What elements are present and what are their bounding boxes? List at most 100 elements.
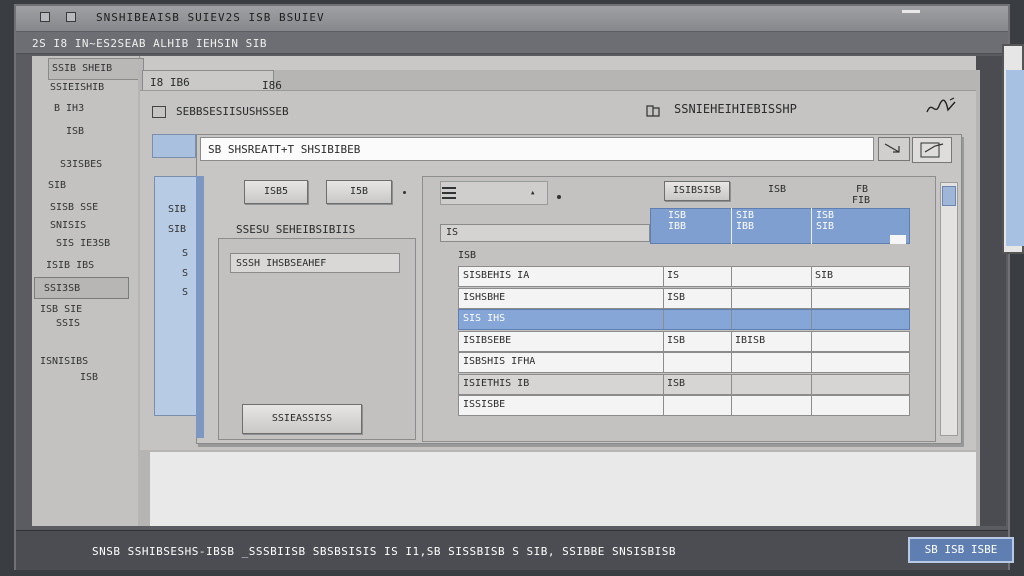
table-cell: ISB (667, 377, 686, 389)
list-label: ISB (458, 250, 477, 261)
status-badge[interactable]: SB ISB ISBE (908, 537, 1014, 563)
tree-item[interactable]: S3ISBES (60, 159, 102, 170)
column-divider (663, 353, 664, 372)
grid-header-line: IBB (668, 221, 687, 232)
tree-item[interactable]: ISIB IBS (46, 260, 94, 271)
tree-item[interactable]: SNISIS (50, 220, 86, 231)
blue-side-item[interactable]: SIB (168, 204, 186, 215)
tree-item[interactable]: B IH3 (54, 103, 84, 114)
grid-header-line: SIB (736, 210, 755, 221)
column-header-button[interactable]: ISIBSISB (664, 181, 730, 201)
column-divider (731, 374, 732, 394)
column-divider (811, 310, 812, 329)
column-divider (663, 267, 664, 286)
grid-header-cell[interactable]: ISB IBB (664, 208, 732, 244)
menu-items[interactable]: 2S I8 IN~ES2SEAB ALHIB IEHSIN SIB (32, 37, 267, 50)
pen-icon (920, 142, 944, 158)
separator-dot (557, 195, 561, 199)
table-cell: ISSISBE (463, 399, 506, 410)
table-row[interactable]: ISIETHIS IB ISB (458, 373, 910, 395)
table-cell: ISIETHIS IB (463, 377, 530, 389)
window-menu-icon[interactable] (40, 12, 50, 22)
grid-header-line: ISB (668, 210, 687, 221)
panel-subtitle: SEBBSESIISUSHSSEB (176, 105, 289, 118)
signature-icon[interactable] (924, 96, 958, 118)
secondary-window-content (1006, 70, 1024, 246)
tree-item[interactable]: SSI3SB (44, 283, 80, 294)
tree-item[interactable]: ISB (80, 372, 98, 383)
blue-side-item[interactable]: S (182, 248, 188, 259)
column-divider (663, 331, 664, 351)
dialog-button-b[interactable]: I5B (326, 180, 392, 204)
table-row[interactable]: ISIBSEBE ISB IBISB (458, 330, 910, 352)
table-row[interactable]: ISHSBHE ISB (458, 287, 910, 309)
column-divider (663, 374, 664, 394)
table-cell: ISB (667, 334, 686, 346)
left-pane-tab-label: SSIB SHEIB (52, 63, 113, 74)
grid-header-marker (890, 235, 906, 244)
status-text: SNSB SSHIBSESHS-IBSB _SSSBIISB SBSBSISIS… (92, 545, 677, 558)
column-divider (811, 353, 812, 372)
column-divider (811, 331, 812, 351)
table-cell: ISIBSEBE (463, 334, 512, 346)
window-title: SNSHIBEAISB SUIEV2S ISB BSUIEV (96, 11, 325, 24)
table-cell: ISHSBHE (463, 291, 506, 303)
column-divider (811, 374, 812, 394)
blue-side-item[interactable]: S (182, 287, 188, 298)
grid-header-line: SIB (816, 221, 835, 232)
address-go-button[interactable] (878, 137, 910, 161)
scrollbar[interactable] (940, 182, 958, 436)
column-divider (731, 331, 732, 351)
left-subpanel-button[interactable]: SSIEASSISS (242, 404, 362, 434)
table-row[interactable]: ISSISBE (458, 395, 910, 416)
blue-side-item[interactable]: S (182, 268, 188, 279)
scrollbar-thumb[interactable] (942, 186, 956, 206)
blue-side-item[interactable]: SIB (168, 224, 186, 235)
grid-header-cell[interactable]: SIB IBB (732, 208, 812, 244)
filter-input[interactable] (440, 224, 650, 242)
tree-item[interactable]: SISB SSE (50, 202, 98, 213)
table-cell: ISBSHIS IFHA (463, 356, 536, 367)
left-subpanel-header: SSESU SEHEIBSIBIIS (236, 223, 356, 236)
minimize-icon[interactable] (902, 10, 920, 13)
tree-item[interactable]: ISB SIE (40, 304, 82, 315)
table-cell: SIS IHS (463, 313, 506, 324)
column-divider (663, 288, 664, 308)
column-divider (731, 267, 732, 286)
column-header-label[interactable]: ISB (768, 184, 786, 195)
address-blue-strip (152, 134, 196, 158)
column-divider (663, 396, 664, 415)
blue-side-divider (196, 176, 204, 438)
tree-item[interactable]: SSIEISHIB (50, 82, 104, 93)
column-divider (663, 310, 664, 329)
tree-item[interactable]: SIB (48, 180, 66, 191)
column-divider (731, 288, 732, 308)
grid-header-line: IBB (736, 221, 755, 232)
separator-dot (403, 191, 406, 194)
address-action-button[interactable] (912, 137, 952, 163)
filter-text: IS (446, 227, 459, 238)
column-divider (811, 267, 812, 286)
tree-item[interactable]: SIS IE3SB (56, 238, 110, 249)
table-row[interactable]: SISBEHIS IA IS SIB (458, 266, 910, 287)
tree-item[interactable]: ISNISIBS (40, 356, 88, 367)
tree-item[interactable]: SSIS (56, 318, 80, 329)
table-cell: IS (667, 270, 680, 281)
table-cell: IBISB (735, 334, 766, 346)
table-row[interactable]: ISBSHIS IFHA (458, 352, 910, 373)
main-panel-footer (150, 452, 976, 526)
tree-item[interactable]: ISB (66, 126, 84, 137)
column-divider (731, 353, 732, 372)
dialog-button-a[interactable]: ISB5 (244, 180, 308, 204)
address-text: SB SHSREATT+T SHSIBIBEB (208, 143, 361, 156)
column-header-label[interactable]: FB (856, 184, 868, 195)
column-divider (811, 396, 812, 415)
column-header-label[interactable]: FIB (852, 195, 870, 206)
main-panel-tab-label: I8 IB6 (150, 76, 190, 89)
right-header: SSNIEHEIHIEBISSHP (674, 102, 797, 116)
table-row[interactable]: SIS IHS (458, 309, 910, 330)
app-icon (66, 12, 76, 22)
table-cell: SISBEHIS IA (463, 270, 530, 281)
list-icon (442, 187, 456, 199)
column-divider (731, 310, 732, 329)
